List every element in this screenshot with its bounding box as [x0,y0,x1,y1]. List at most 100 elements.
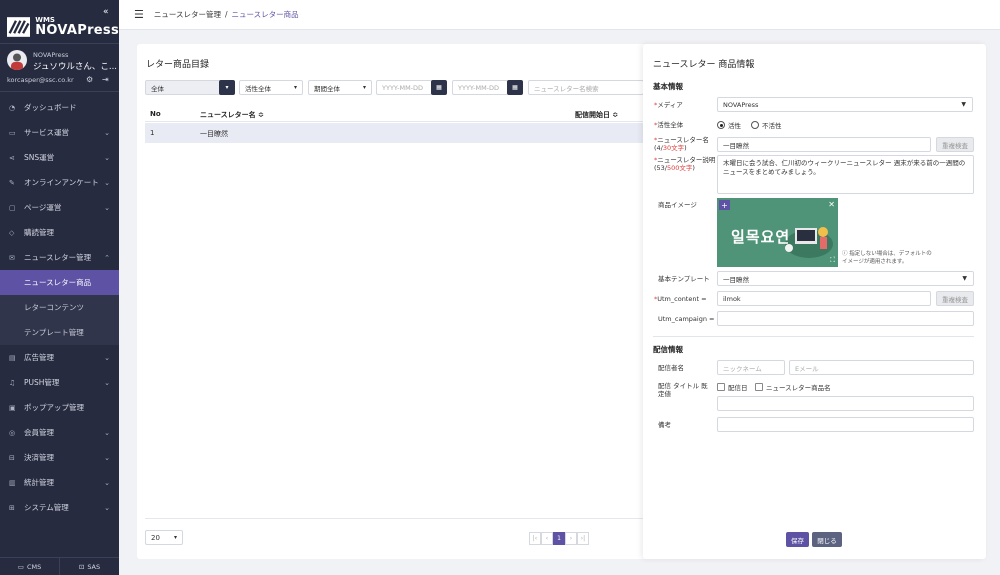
calendar-icon[interactable]: ▦ [431,80,447,95]
menu-item-subscription[interactable]: ◇ 購読管理 [0,220,119,245]
cms-button[interactable]: ▭ CMS [0,558,60,575]
menu-item-dashboard[interactable]: ◔ ダッシュボード [0,95,119,120]
name-dup-check-button[interactable]: 重複検査 [936,137,974,152]
sas-button[interactable]: ⊡ SAS [60,558,119,575]
list-title: レター商品目録 [146,60,210,70]
utm-dup-check-button[interactable]: 重複検査 [936,291,974,306]
menu-item-newsletter[interactable]: ✉ ニュースレター管理 ⌃ [0,245,119,270]
sidebar: WMS NOVAPress « NOVAPress ジュソウルさん、こ... k… [0,0,119,575]
logo-icon [7,16,31,37]
utm-content-label: *Utm_content = [654,295,707,303]
list-footer-divider [145,518,647,519]
category-dropdown-button[interactable]: ▾ [219,80,235,95]
collapse-sidebar-icon[interactable]: « [103,7,109,17]
avatar[interactable] [7,50,27,70]
submenu-newsletter-product[interactable]: ニュースレター商品 [0,270,119,295]
detail-title: ニュースレター 商品情報 [653,60,755,70]
caret-down-icon: ▼ [962,275,967,282]
caret-down-icon: ▾ [362,84,366,91]
title-default-input[interactable] [717,396,974,411]
expand-icon[interactable]: ⛶ [830,256,835,265]
image-title-text: 일목요연 [731,228,791,246]
logo[interactable]: WMS NOVAPress [0,0,119,44]
date-to-input[interactable]: YYYY-MM-DD [452,80,508,95]
template-label: 基本テンプレート [658,275,710,283]
name-input[interactable]: 一目瞭然 [717,137,931,152]
user-company: NOVAPress [33,51,69,59]
submenu-template[interactable]: テンプレート管理 [0,320,119,345]
topbar: ☰ ニュースレター管理 / ニュースレター商品 [119,0,1000,30]
close-icon[interactable]: ✕ [828,200,835,209]
sender-label: 配信者名 [658,364,684,372]
page-first-button[interactable]: |‹ [529,532,541,545]
table-header: No ニュースレター名 ≎ 配信開始日 ≎ [145,105,647,122]
chevron-down-icon: ⌄ [104,153,110,162]
breadcrumb-parent[interactable]: ニュースレター管理 [154,9,221,20]
breadcrumb-current: ニュースレター商品 [231,10,299,19]
logout-icon[interactable]: ⇥ [102,75,109,84]
menu-item-push[interactable]: ♫ PUSH管理 ⌄ [0,370,119,395]
menu-item-page[interactable]: ▢ ページ運営 ⌄ [0,195,119,220]
menu-item-service[interactable]: ▭ サービス運営 ⌄ [0,120,119,145]
submenu-letter-content[interactable]: レターコンテンツ [0,295,119,320]
menu-item-member[interactable]: ◎ 会員管理 ⌄ [0,420,119,445]
dashboard-icon: ◔ [9,103,16,112]
title-default-label: 配信 タイトル 既定値 [658,382,708,399]
note-input[interactable] [717,417,974,432]
page-icon: ▢ [9,203,16,212]
system-icon: ⊞ [9,503,15,512]
add-image-icon[interactable]: + [719,200,730,210]
menu-item-popup[interactable]: ▣ ポップアップ管理 [0,395,119,420]
sender-email-input[interactable]: Eメール [789,360,974,375]
user-email: korcasper@ssc.co.kr [7,76,74,84]
utm-content-input[interactable]: ilmok [717,291,931,306]
date-from-input[interactable]: YYYY-MM-DD [376,80,432,95]
category-select[interactable]: 全体 [145,80,227,95]
col-name[interactable]: ニュースレター名 ≎ [200,110,264,120]
caret-down-icon: ▾ [225,84,229,91]
menu-item-payment[interactable]: ⊟ 決済管理 ⌄ [0,445,119,470]
page-prev-button[interactable]: ‹ [541,532,553,545]
chevron-down-icon: ⌄ [104,503,110,512]
close-button[interactable]: 閉じる [812,532,842,547]
payment-icon: ⊟ [9,453,15,462]
logo-name: NOVAPress [35,22,119,38]
search-input[interactable]: ニュースレター名検索 [528,80,644,95]
sidebar-footer: ▭ CMS ⊡ SAS [0,557,119,575]
page-current[interactable]: 1 [553,532,565,545]
chevron-down-icon: ⌄ [104,128,110,137]
media-select[interactable]: NOVAPress ▼ [717,97,973,112]
detail-panel: ニュースレター 商品情報 基本情報 *メディア NOVAPress ▼ *活性全体… [643,44,986,559]
menu-item-ad[interactable]: ▤ 広告管理 ⌄ [0,345,119,370]
basic-info-heading: 基本情報 [653,82,683,91]
status-active-radio[interactable]: 活性 [717,120,741,130]
period-select[interactable]: 期間全体 ▾ [308,80,372,95]
section-divider [653,336,974,337]
menu-item-survey[interactable]: ✎ オンラインアンケート ⌄ [0,170,119,195]
col-start-date[interactable]: 配信開始日 ≎ [575,110,618,120]
settings-icon[interactable]: ⚙ [86,75,93,84]
chevron-down-icon: ⌄ [104,428,110,437]
page-last-button[interactable]: ›| [577,532,589,545]
save-button[interactable]: 保存 [786,532,809,547]
hamburger-icon[interactable]: ☰ [134,8,144,21]
opt-date-checkbox[interactable]: 配信日 [717,382,748,392]
desc-textarea[interactable]: 木曜日に会う試合、仁川初のウィークリーニュースレター 週末が来る前の一週間のニュ… [717,155,974,194]
page-size-select[interactable]: 20 ▾ [145,530,183,545]
calendar-icon[interactable]: ▦ [507,80,523,95]
menu-item-system[interactable]: ⊞ システム管理 ⌄ [0,495,119,520]
menu-item-sns[interactable]: ⋖ SNS運営 ⌄ [0,145,119,170]
opt-product-name-checkbox[interactable]: ニュースレター商品名 [755,382,831,392]
page-next-button[interactable]: › [565,532,577,545]
status-inactive-radio[interactable]: 不活性 [751,120,782,130]
image-note: ⓘ 指定しない場合は、デフォルトのイメージが適用されます。 [842,251,932,265]
nickname-input[interactable]: ニックネーム [717,360,785,375]
utm-campaign-input[interactable] [717,311,974,326]
image-label: 商品イメージ [658,201,697,209]
template-select[interactable]: 一目瞭然 ▼ [717,271,974,286]
status-select[interactable]: 活性全体 ▾ [239,80,303,95]
breadcrumb-separator: / [225,10,228,19]
menu-item-stats[interactable]: ▥ 統計管理 ⌄ [0,470,119,495]
tag-icon: ◇ [9,228,15,237]
table-row[interactable]: 1 一目瞭然 [145,123,647,143]
